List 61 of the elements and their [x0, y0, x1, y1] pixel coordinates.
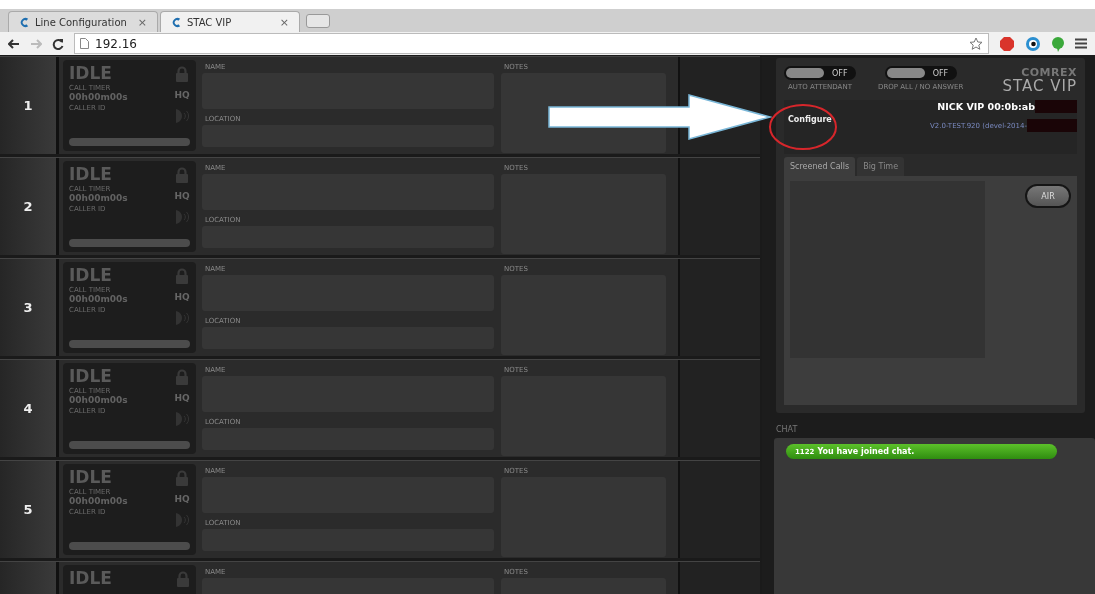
notes-field[interactable] [501, 275, 666, 355]
line-number: 1 [23, 98, 33, 113]
status-text: IDLE [69, 367, 113, 385]
redaction-bar [1035, 100, 1077, 113]
panel-tab[interactable]: Screened Calls [784, 157, 856, 176]
device-name: NICK VIP 00:0b:ab [937, 101, 1035, 112]
configure-link[interactable]: Configure [788, 115, 832, 124]
status-text: IDLE [69, 165, 113, 183]
notes-field[interactable] [501, 477, 666, 557]
browser-tab[interactable]: Line Configuration × [8, 11, 158, 32]
menu-icon[interactable] [1075, 38, 1087, 49]
call-timer: 00h00m00s [69, 496, 129, 506]
air-button[interactable]: AIR [1025, 184, 1071, 208]
status-text: IDLE [69, 468, 113, 486]
stop-sign-icon[interactable] [999, 35, 1015, 52]
line-number: 2 [23, 199, 33, 214]
lock-icon [175, 369, 189, 385]
hq-label: HQ [174, 292, 190, 302]
call-timer: 00h00m00s [69, 92, 129, 102]
toggle-switch[interactable]: OFF [784, 66, 856, 80]
new-tab-button[interactable] [306, 14, 330, 28]
highlight-circle [768, 103, 838, 151]
hq-label: HQ [174, 393, 190, 403]
line-number: 4 [23, 401, 33, 416]
page-icon [80, 38, 89, 49]
bookmark-star-icon[interactable] [969, 36, 983, 51]
lock-icon [175, 470, 189, 486]
forward-icon[interactable] [30, 38, 42, 49]
toggle-switch[interactable]: OFF [884, 66, 957, 80]
panel-tab[interactable]: Big Time [857, 157, 905, 176]
close-tab-button[interactable]: × [137, 15, 147, 29]
logo-text: STAC VIP [1002, 79, 1077, 93]
address-bar[interactable]: 192.16 [74, 33, 989, 54]
status-text: IDLE [69, 569, 113, 587]
back-icon[interactable] [8, 38, 20, 49]
logo-icon [19, 16, 30, 28]
lock-icon [175, 66, 189, 82]
reload-icon[interactable] [52, 37, 64, 50]
call-timer: 00h00m00s [69, 294, 129, 304]
chat-title: CHAT [776, 425, 799, 434]
line-number: 5 [23, 502, 33, 517]
lock-icon [176, 571, 190, 587]
notes-field[interactable] [501, 174, 666, 254]
line-number: 3 [23, 300, 33, 315]
eye-icon[interactable] [1025, 35, 1041, 52]
hq-label: HQ [174, 191, 190, 201]
call-timer: 00h00m00s [69, 193, 129, 203]
call-timer: 00h00m00s [69, 395, 129, 405]
close-tab-button[interactable]: × [279, 15, 289, 29]
logo-icon [171, 16, 182, 28]
lock-icon [175, 268, 189, 284]
redaction-bar [1027, 119, 1077, 132]
status-text: IDLE [69, 266, 113, 284]
browser-tab[interactable]: STAC VIP × [160, 11, 300, 32]
lock-icon [175, 167, 189, 183]
status-text: IDLE [69, 64, 113, 82]
logo-text: COMREX [1021, 66, 1077, 79]
notes-field[interactable] [501, 376, 666, 456]
hq-label: HQ [174, 90, 190, 100]
hq-label: HQ [174, 494, 190, 504]
speech-bubble-icon[interactable] [1051, 35, 1065, 52]
